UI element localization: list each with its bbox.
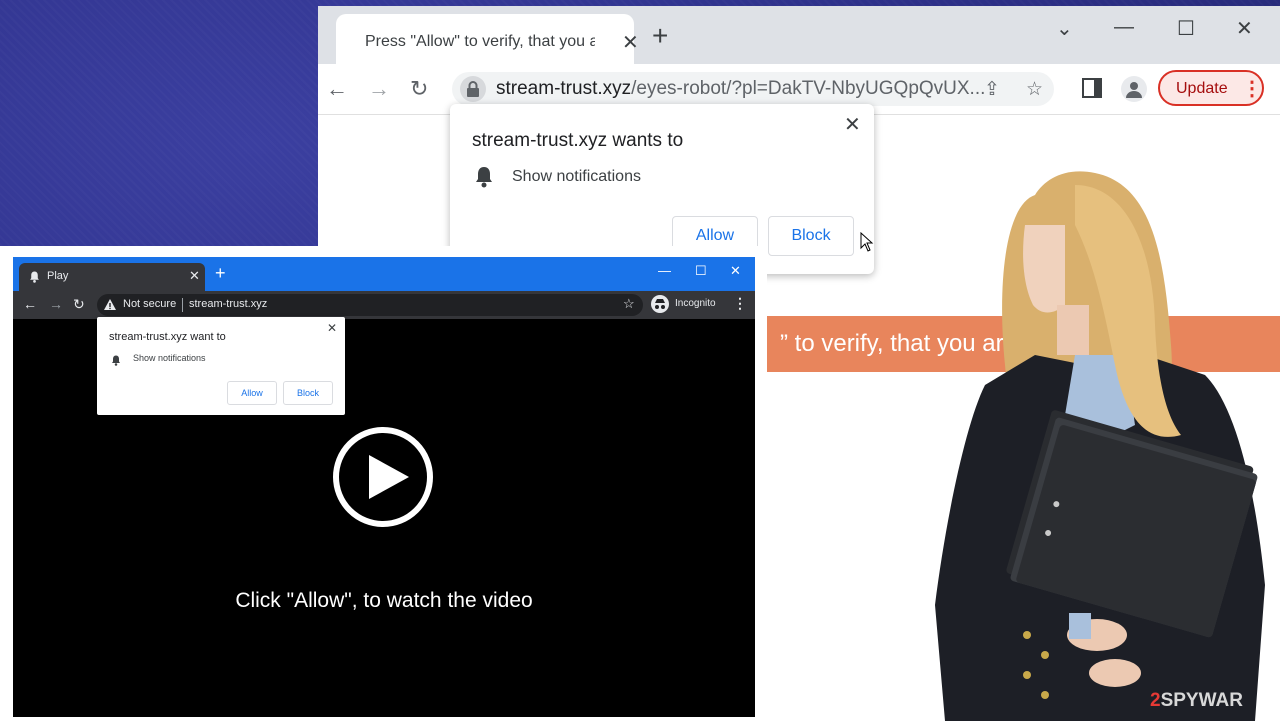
- permission-text: Show notifications: [512, 168, 641, 185]
- minimize-icon[interactable]: —: [658, 263, 671, 278]
- bell-icon: [29, 270, 40, 288]
- maximize-icon[interactable]: ☐: [1177, 16, 1195, 41]
- cursor-icon: [860, 232, 874, 252]
- forward-arrow-icon[interactable]: →: [368, 76, 390, 102]
- new-tab-icon[interactable]: +: [652, 22, 668, 50]
- forward-arrow-icon[interactable]: →: [49, 296, 63, 312]
- lock-icon[interactable]: [460, 76, 486, 102]
- menu-dots-icon: ⋮: [1242, 78, 1262, 100]
- close-window-icon[interactable]: ✕: [730, 263, 741, 279]
- front-tab-title: Play: [47, 270, 69, 282]
- back-arrow-icon[interactable]: ←: [23, 296, 37, 312]
- close-icon[interactable]: ✕: [327, 321, 337, 335]
- maximize-icon[interactable]: ☐: [695, 263, 707, 279]
- warning-icon[interactable]: [103, 298, 117, 311]
- 2spyware-watermark: 2SPYWAR: [1150, 690, 1243, 711]
- permission-title: stream-trust.xyz want to: [109, 331, 226, 343]
- front-toolbar: ← → ↻ Not secure stream-trust.xyz ☆ Inco…: [13, 291, 755, 319]
- share-icon[interactable]: ⇪: [984, 78, 1000, 101]
- front-notification-permission-dialog: stream-trust.xyz want to ✕ Show notifica…: [97, 317, 345, 415]
- incognito-icon[interactable]: [651, 295, 669, 313]
- new-tab-icon[interactable]: +: [215, 263, 226, 284]
- front-browser-window: Play ✕ + — ☐ ✕ ← → ↻ Not secure stream-t…: [13, 257, 755, 717]
- profile-icon[interactable]: [1121, 76, 1147, 102]
- block-button[interactable]: Block: [768, 216, 854, 256]
- close-tab-icon[interactable]: ✕: [189, 268, 200, 284]
- back-tab-strip: Press "Allow" to verify, that you a ✕ + …: [318, 6, 1280, 64]
- update-button[interactable]: Update ⋮: [1158, 70, 1264, 106]
- front-url-text: stream-trust.xyz: [189, 298, 268, 310]
- play-icon[interactable]: [331, 425, 435, 529]
- allow-button[interactable]: Allow: [227, 381, 277, 405]
- tab-search-icon[interactable]: ⌄: [1056, 16, 1073, 41]
- bell-icon: [474, 166, 494, 193]
- side-panel-icon[interactable]: [1082, 78, 1102, 98]
- reload-icon[interactable]: ↻: [410, 76, 428, 102]
- incognito-label: Incognito: [675, 298, 716, 309]
- woman-holding-folder-image: [935, 171, 1265, 721]
- omnibox-separator: [182, 298, 183, 312]
- close-icon[interactable]: ✕: [844, 112, 861, 137]
- front-tab[interactable]: Play ✕: [19, 263, 205, 291]
- permission-text: Show notifications: [133, 353, 206, 363]
- close-tab-icon[interactable]: ✕: [622, 30, 639, 55]
- close-window-icon[interactable]: ✕: [1236, 16, 1253, 41]
- back-address-bar[interactable]: stream-trust.xyz/eyes-robot/?pl=DakTV-Nb…: [452, 72, 1054, 106]
- back-tab[interactable]: Press "Allow" to verify, that you a ✕: [336, 14, 639, 64]
- watch-video-caption: Click "Allow", to watch the video: [235, 589, 533, 612]
- not-secure-label: Not secure: [123, 298, 177, 310]
- star-icon[interactable]: ☆: [623, 296, 635, 312]
- back-url-text: stream-trust.xyz/eyes-robot/?pl=DakTV-Nb…: [496, 78, 986, 99]
- back-tab-title: Press "Allow" to verify, that you a: [365, 33, 595, 50]
- reload-icon[interactable]: ↻: [73, 296, 85, 313]
- menu-dots-icon[interactable]: ⋮: [733, 295, 747, 312]
- bell-icon: [111, 353, 121, 371]
- minimize-icon[interactable]: —: [1114, 16, 1134, 39]
- back-arrow-icon[interactable]: ←: [326, 76, 348, 102]
- front-address-bar[interactable]: Not secure stream-trust.xyz ☆: [97, 294, 643, 316]
- star-icon[interactable]: ☆: [1026, 78, 1043, 101]
- permission-title: stream-trust.xyz wants to: [472, 130, 684, 151]
- block-button[interactable]: Block: [283, 381, 333, 405]
- front-title-bar: Play ✕ + — ☐ ✕: [13, 257, 755, 291]
